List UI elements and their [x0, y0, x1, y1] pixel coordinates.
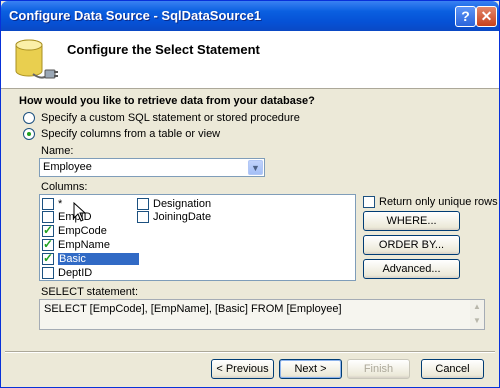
finish-button[interactable]: Finish — [347, 359, 410, 379]
previous-button[interactable]: < Previous — [211, 359, 274, 379]
column-checkbox[interactable] — [42, 210, 54, 223]
column-checkbox[interactable] — [42, 251, 54, 265]
column-checkbox[interactable] — [137, 197, 149, 210]
next-button[interactable]: Next > — [279, 359, 342, 379]
column-label: Basic — [58, 252, 139, 265]
table-columns-label: Specify columns from a table or view — [41, 128, 221, 140]
sql-label: SELECT statement: — [41, 286, 139, 298]
column-label: EmpName — [58, 238, 110, 251]
advanced-button[interactable]: Advanced... — [363, 259, 460, 279]
column-item-star[interactable]: * — [42, 197, 62, 210]
help-button[interactable]: ? — [455, 6, 476, 27]
column-label: DeptID — [58, 266, 93, 279]
window-title: Configure Data Source - SqlDataSource1 — [9, 8, 262, 23]
column-checkbox[interactable] — [42, 223, 54, 237]
order-by-button[interactable]: ORDER BY... — [363, 235, 460, 255]
page-title: Configure the Select Statement — [67, 42, 260, 57]
vertical-scrollbar[interactable]: ▲ ▼ — [470, 300, 484, 329]
column-label: Designation — [153, 197, 212, 210]
column-label: EmpCode — [58, 224, 107, 237]
name-label: Name: — [41, 145, 74, 157]
custom-sql-option[interactable]: Specify a custom SQL statement or stored… — [23, 112, 300, 124]
column-item-joiningdate[interactable]: JoiningDate — [137, 210, 211, 223]
scroll-down-icon[interactable]: ▼ — [470, 314, 484, 328]
unique-rows-label: Return only unique rows — [379, 195, 498, 208]
column-item-empname[interactable]: EmpName — [42, 237, 110, 251]
mouse-cursor-icon — [73, 202, 87, 222]
columns-label: Columns: — [41, 181, 88, 193]
select-statement-box[interactable]: SELECT [EmpCode], [EmpName], [Basic] FRO… — [39, 299, 485, 330]
table-columns-option[interactable]: Specify columns from a table or view — [23, 128, 220, 140]
column-checkbox[interactable] — [137, 210, 149, 223]
custom-sql-label: Specify a custom SQL statement or stored… — [41, 112, 300, 124]
where-button[interactable]: WHERE... — [363, 211, 460, 231]
title-bar[interactable]: Configure Data Source - SqlDataSource1 ?… — [1, 1, 499, 31]
retrieve-question: How would you like to retrieve data from… — [19, 95, 315, 107]
table-name-dropdown[interactable]: Employee ▼ — [39, 158, 265, 177]
table-columns-radio[interactable] — [23, 128, 35, 140]
column-checkbox[interactable] — [42, 237, 54, 251]
cancel-button[interactable]: Cancel — [421, 359, 484, 379]
chevron-down-icon[interactable]: ▼ — [248, 160, 263, 175]
unique-rows-option[interactable]: Return only unique rows — [363, 195, 498, 208]
column-label: JoiningDate — [153, 210, 212, 223]
configure-data-source-dialog: Configure Data Source - SqlDataSource1 ?… — [0, 0, 500, 388]
table-name-value: Employee — [43, 161, 92, 173]
column-item-deptid[interactable]: DeptID — [42, 266, 92, 279]
footer-divider — [5, 351, 495, 353]
column-checkbox[interactable] — [42, 197, 54, 210]
column-item-designation[interactable]: Designation — [137, 197, 211, 210]
scroll-up-icon[interactable]: ▲ — [470, 300, 484, 314]
column-label: * — [58, 197, 63, 210]
select-statement-text: SELECT [EmpCode], [EmpName], [Basic] FRO… — [44, 303, 342, 315]
unique-rows-checkbox[interactable] — [363, 195, 375, 208]
wizard-header: Configure the Select Statement — [1, 31, 499, 89]
column-item-empcode[interactable]: EmpCode — [42, 223, 107, 237]
column-item-basic[interactable]: Basic — [42, 251, 139, 265]
database-connector-icon — [15, 39, 58, 79]
close-button[interactable]: ✕ — [476, 6, 497, 27]
custom-sql-radio[interactable] — [23, 112, 35, 124]
column-checkbox[interactable] — [42, 266, 54, 279]
